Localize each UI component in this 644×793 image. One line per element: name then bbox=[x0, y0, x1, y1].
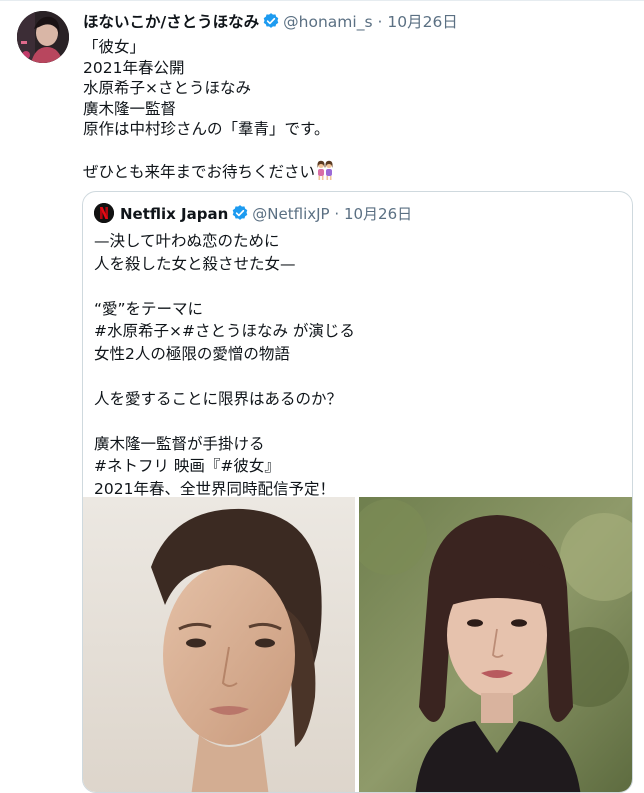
timestamp[interactable]: 10月26日 bbox=[387, 13, 457, 31]
quoted-author-handle[interactable]: @NetflixJP bbox=[252, 205, 329, 223]
quoted-tweet-card[interactable]: Netflix Japan @NetflixJP · 10月26日 —決して叶わぬ… bbox=[82, 191, 633, 793]
author-name[interactable]: ほないこか/さとうほなみ bbox=[83, 13, 259, 31]
tweet-text: 「彼女」 2021年春公開 水原希子×さとうほなみ 廣木隆一監督 原作は中村珍さ… bbox=[83, 37, 623, 186]
quoted-photo-1[interactable] bbox=[83, 497, 355, 792]
quoted-tweet-text: —決して叶わぬ恋のために 人を殺した女と殺させた女— “愛”をテーマに #水原希… bbox=[94, 232, 355, 498]
verified-badge-icon bbox=[262, 12, 280, 37]
author-handle[interactable]: @honami_s bbox=[283, 13, 372, 31]
separator-dot: · bbox=[377, 13, 383, 31]
tweet-header: ほないこか/さとうほなみ @honami_s · 10月26日 bbox=[83, 10, 636, 34]
two-women-emoji-icon bbox=[315, 160, 335, 186]
tweet-text-content: 「彼女」 2021年春公開 水原希子×さとうほなみ 廣木隆一監督 原作は中村珍さ… bbox=[83, 38, 330, 181]
quoted-author-name[interactable]: Netflix Japan bbox=[120, 205, 228, 223]
quoted-separator-dot: · bbox=[334, 205, 340, 223]
quoted-photo-2[interactable] bbox=[359, 497, 632, 792]
quoted-timestamp[interactable]: 10月26日 bbox=[344, 205, 412, 223]
top-divider bbox=[0, 0, 644, 1]
netflix-logo-icon bbox=[94, 203, 114, 223]
quoted-verified-badge-icon bbox=[231, 204, 249, 229]
quoted-tweet-header: Netflix Japan @NetflixJP · 10月26日 bbox=[94, 202, 412, 226]
avatar[interactable] bbox=[17, 11, 69, 63]
